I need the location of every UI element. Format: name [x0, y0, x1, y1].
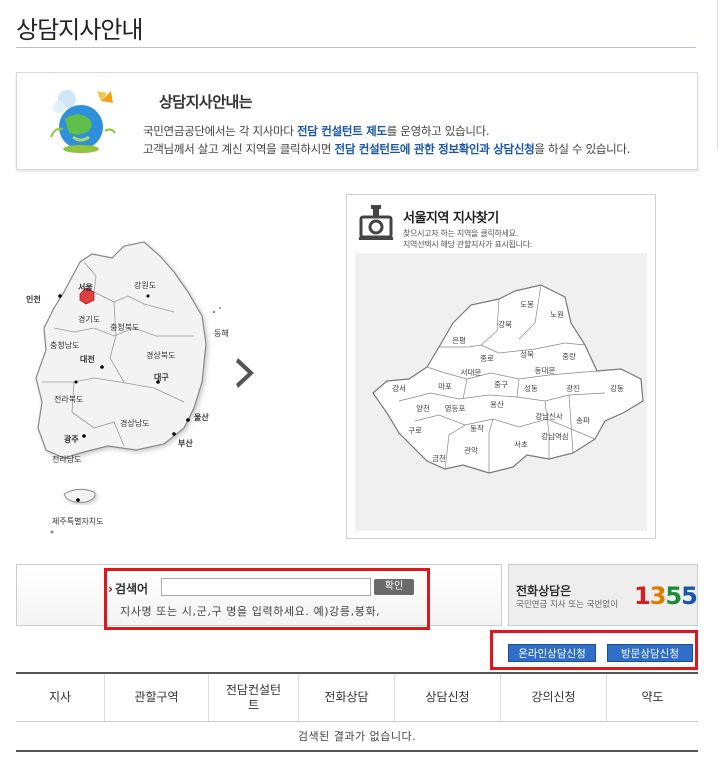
svg-text:전라북도: 전라북도	[54, 394, 83, 404]
svg-text:동대문: 동대문	[535, 366, 556, 375]
svg-text:용산: 용산	[490, 399, 504, 409]
col-area: 관할구역	[104, 674, 208, 721]
svg-text:대전: 대전	[80, 354, 95, 364]
intro-box: 상담지사안내는 국민연금공단에서는 각 지사마다 전담 컨설턴트 제도를 운영하…	[16, 72, 698, 170]
intro-text-line-2: 고객님께서 살고 계신 지역을 클릭하시면 전담 컨설턴트에 관한 정보확인과 …	[143, 142, 631, 156]
phone-subtitle: 국민연금 지사 또는 국번없이	[516, 600, 618, 610]
svg-text:송파: 송파	[576, 416, 590, 425]
title-divider	[16, 47, 696, 48]
svg-text:동해: 동해	[214, 328, 229, 338]
svg-text:부산: 부산	[178, 438, 193, 448]
globe-butterfly-icon	[50, 90, 116, 153]
svg-text:강남역삼: 강남역삼	[541, 431, 569, 441]
intro-text-line-1: 국민연금공단에서는 각 지사마다 전담 컨설턴트 제도를 운영하고 있습니다.	[143, 124, 490, 138]
highlight-consultant-system: 전담 컨설턴트 제도	[297, 124, 387, 138]
chevron-right-icon	[236, 358, 254, 388]
svg-text:강동: 강동	[610, 383, 624, 393]
svg-text:제주특별자치도: 제주특별자치도	[52, 516, 104, 526]
svg-text:서대문: 서대문	[461, 368, 482, 377]
svg-text:충청북도: 충청북도	[110, 323, 139, 332]
svg-text:구로: 구로	[408, 426, 422, 435]
svg-text:도봉: 도봉	[520, 300, 534, 309]
col-phone: 전화상담	[298, 674, 394, 721]
svg-text:광진: 광진	[566, 383, 580, 393]
col-map: 약도	[606, 674, 698, 721]
seoul-district-map[interactable]: 도봉 노원 강북 은평 성북 중랑 종로 동대문 서대문 강서 마포 중구 성동…	[359, 283, 649, 479]
svg-text:충청남도: 충청남도	[50, 341, 79, 350]
svg-text:양천: 양천	[416, 403, 430, 413]
svg-text:성북: 성북	[520, 350, 534, 359]
svg-text:중랑: 중랑	[562, 352, 576, 361]
seoul-branch-finder: 서울지역 지사찾기 찾으시고자 하는 지역을 클릭하세요. 지역선택시 해당 관…	[346, 194, 656, 539]
svg-text:서울: 서울	[78, 282, 93, 292]
col-consultant: 전담컨설턴트	[208, 674, 298, 721]
svg-text:종로: 종로	[480, 354, 494, 363]
col-lecture-apply: 강의신청	[500, 674, 606, 721]
svg-text:강서: 강서	[392, 383, 406, 393]
korea-region-map[interactable]: 인천 서울 경기도 강원도 충청북도 충청남도 대전 경상북도 대구 전라북도 …	[24, 232, 232, 538]
search-highlight-box	[104, 568, 430, 630]
buttons-highlight-box	[490, 630, 698, 670]
branch-table: 지사 관할구역 전담컨설턴트 전화상담 상담신청 강의신청 약도 검색된 결과가…	[16, 672, 698, 752]
highlight-consultant-info: 전담 컨설턴트에 관한 정보확인과 상담신청	[334, 142, 535, 156]
svg-text:동작: 동작	[470, 423, 484, 433]
svg-text:인천: 인천	[26, 294, 41, 304]
svg-text:성동: 성동	[524, 384, 538, 393]
seoul-desc-2: 지역선택시 해당 관할지사가 표시됩니다.	[403, 240, 532, 249]
svg-text:영등포: 영등포	[445, 403, 466, 413]
phone-title: 전화상담은	[516, 584, 572, 598]
svg-text:경상남도: 경상남도	[120, 418, 149, 428]
svg-text:강북: 강북	[498, 319, 512, 329]
svg-text:울산: 울산	[194, 412, 209, 422]
svg-text:전라남도: 전라남도	[52, 454, 81, 464]
svg-text:대구: 대구	[154, 372, 169, 382]
svg-text:경상북도: 경상북도	[146, 350, 175, 360]
phone-number: 1355	[634, 582, 698, 610]
empty-result-row: 검색된 결과가 없습니다.	[297, 730, 417, 743]
intro-title: 상담지사안내는	[159, 93, 253, 111]
svg-text:강원도: 강원도	[134, 280, 156, 290]
col-consult-apply: 상담신청	[394, 674, 500, 721]
seoul-title: 서울지역 지사찾기	[403, 211, 499, 226]
svg-text:경기도: 경기도	[78, 314, 100, 324]
page-title: 상담지사안내	[16, 16, 143, 44]
svg-text:관악: 관악	[464, 445, 478, 455]
svg-text:은평: 은평	[452, 335, 466, 345]
camera-icon	[359, 205, 393, 240]
svg-text:중구: 중구	[494, 380, 508, 389]
svg-text:강남신사: 강남신사	[535, 411, 563, 421]
svg-text:금천: 금천	[432, 453, 446, 463]
svg-text:노원: 노원	[550, 310, 564, 319]
col-branch: 지사	[48, 690, 72, 704]
svg-text:마포: 마포	[438, 382, 452, 391]
svg-text:서초: 서초	[514, 440, 528, 449]
table-header: 지사 관할구역 전담컨설턴트 전화상담 상담신청 강의신청 약도	[16, 674, 698, 722]
svg-text:광주: 광주	[64, 434, 79, 444]
seoul-desc-1: 찾으시고자 하는 지역을 클릭하세요.	[403, 229, 518, 238]
